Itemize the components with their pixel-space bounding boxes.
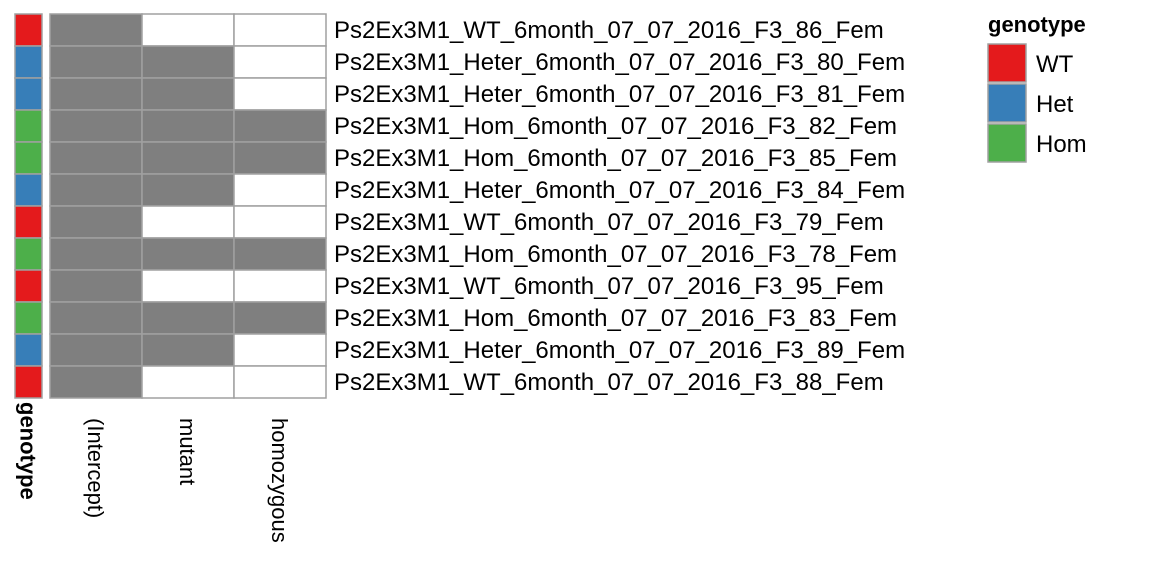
row-label: Ps2Ex3M1_Heter_6month_07_07_2016_F3_81_F… bbox=[334, 81, 905, 108]
column-label: mutant bbox=[175, 418, 200, 485]
annotation-cell-hom bbox=[14, 141, 43, 175]
legend: genotype WT Het Hom bbox=[987, 12, 1087, 163]
heatmap-cell bbox=[49, 301, 143, 335]
heatmap-cell bbox=[141, 173, 235, 207]
heatmap-cell bbox=[141, 365, 235, 399]
row-label: Ps2Ex3M1_Hom_6month_07_07_2016_F3_82_Fem bbox=[334, 113, 897, 140]
genotype-annotation-strip bbox=[14, 13, 43, 399]
heatmap-cell bbox=[141, 333, 235, 367]
heatmap-cell bbox=[233, 237, 327, 271]
heatmap-cell bbox=[233, 13, 327, 47]
row-label: Ps2Ex3M1_Hom_6month_07_07_2016_F3_83_Fem bbox=[334, 305, 897, 332]
heatmap-cell bbox=[233, 45, 327, 79]
annotation-cell-het bbox=[14, 173, 43, 207]
heatmap-cell bbox=[141, 269, 235, 303]
heatmap-cell bbox=[233, 173, 327, 207]
annotation-cell-hom bbox=[14, 237, 43, 271]
heatmap-cell bbox=[233, 141, 327, 175]
row-label: Ps2Ex3M1_Heter_6month_07_07_2016_F3_84_F… bbox=[334, 177, 905, 204]
heatmap-cell bbox=[49, 173, 143, 207]
heatmap-cell bbox=[49, 77, 143, 111]
row-labels: Ps2Ex3M1_WT_6month_07_07_2016_F3_86_Fem P… bbox=[334, 17, 905, 396]
annotation-cell-wt bbox=[14, 269, 43, 303]
annotation-cell-het bbox=[14, 77, 43, 111]
legend-title: genotype bbox=[988, 12, 1086, 37]
heatmap-cell bbox=[49, 365, 143, 399]
row-label: Ps2Ex3M1_Hom_6month_07_07_2016_F3_78_Fem bbox=[334, 241, 897, 268]
annotation-axis-label: genotype bbox=[16, 402, 41, 500]
heatmap-cell bbox=[233, 77, 327, 111]
design-matrix-heatmap: Ps2Ex3M1_WT_6month_07_07_2016_F3_86_Fem P… bbox=[14, 12, 1087, 543]
annotation-cell-het bbox=[14, 45, 43, 79]
heatmap-cell bbox=[141, 205, 235, 239]
heatmap-cell bbox=[233, 333, 327, 367]
row-label: Ps2Ex3M1_WT_6month_07_07_2016_F3_79_Fem bbox=[334, 209, 884, 236]
legend-swatch-hom bbox=[987, 123, 1027, 163]
heatmap-cell bbox=[141, 237, 235, 271]
annotation-cell-wt bbox=[14, 13, 43, 47]
column-labels: (Intercept) mutant homozygous genotype bbox=[16, 402, 293, 543]
heatmap-cell bbox=[233, 301, 327, 335]
heatmap-cells bbox=[49, 13, 327, 399]
heatmap-cell bbox=[49, 269, 143, 303]
column-label: homozygous bbox=[267, 418, 292, 543]
legend-label-hom: Hom bbox=[1036, 131, 1087, 158]
row-label: Ps2Ex3M1_Heter_6month_07_07_2016_F3_80_F… bbox=[334, 49, 905, 76]
heatmap-cell bbox=[49, 109, 143, 143]
row-label: Ps2Ex3M1_Hom_6month_07_07_2016_F3_85_Fem bbox=[334, 145, 897, 172]
heatmap-cell bbox=[141, 45, 235, 79]
legend-swatch-wt bbox=[987, 43, 1027, 83]
row-label: Ps2Ex3M1_WT_6month_07_07_2016_F3_88_Fem bbox=[334, 369, 884, 396]
row-label: Ps2Ex3M1_Heter_6month_07_07_2016_F3_89_F… bbox=[334, 337, 905, 364]
heatmap-cell bbox=[49, 333, 143, 367]
heatmap-cell bbox=[233, 109, 327, 143]
heatmap-cell bbox=[141, 301, 235, 335]
legend-label-wt: WT bbox=[1036, 51, 1074, 78]
row-label: Ps2Ex3M1_WT_6month_07_07_2016_F3_86_Fem bbox=[334, 17, 884, 44]
column-label: (Intercept) bbox=[83, 418, 108, 518]
heatmap-cell bbox=[49, 13, 143, 47]
annotation-cell-wt bbox=[14, 365, 43, 399]
annotation-cell-wt bbox=[14, 205, 43, 239]
heatmap-cell bbox=[233, 205, 327, 239]
row-label: Ps2Ex3M1_WT_6month_07_07_2016_F3_95_Fem bbox=[334, 273, 884, 300]
heatmap-cell bbox=[233, 269, 327, 303]
heatmap-cell bbox=[141, 141, 235, 175]
heatmap-cell bbox=[141, 77, 235, 111]
heatmap-cell bbox=[49, 45, 143, 79]
heatmap-cell bbox=[49, 141, 143, 175]
heatmap-cell bbox=[141, 13, 235, 47]
heatmap-cell bbox=[141, 109, 235, 143]
legend-swatch-het bbox=[987, 83, 1027, 123]
annotation-cell-hom bbox=[14, 109, 43, 143]
legend-label-het: Het bbox=[1036, 91, 1074, 118]
heatmap-cell bbox=[49, 205, 143, 239]
heatmap-cell bbox=[233, 365, 327, 399]
annotation-cell-het bbox=[14, 333, 43, 367]
heatmap-cell bbox=[49, 237, 143, 271]
annotation-cell-hom bbox=[14, 301, 43, 335]
